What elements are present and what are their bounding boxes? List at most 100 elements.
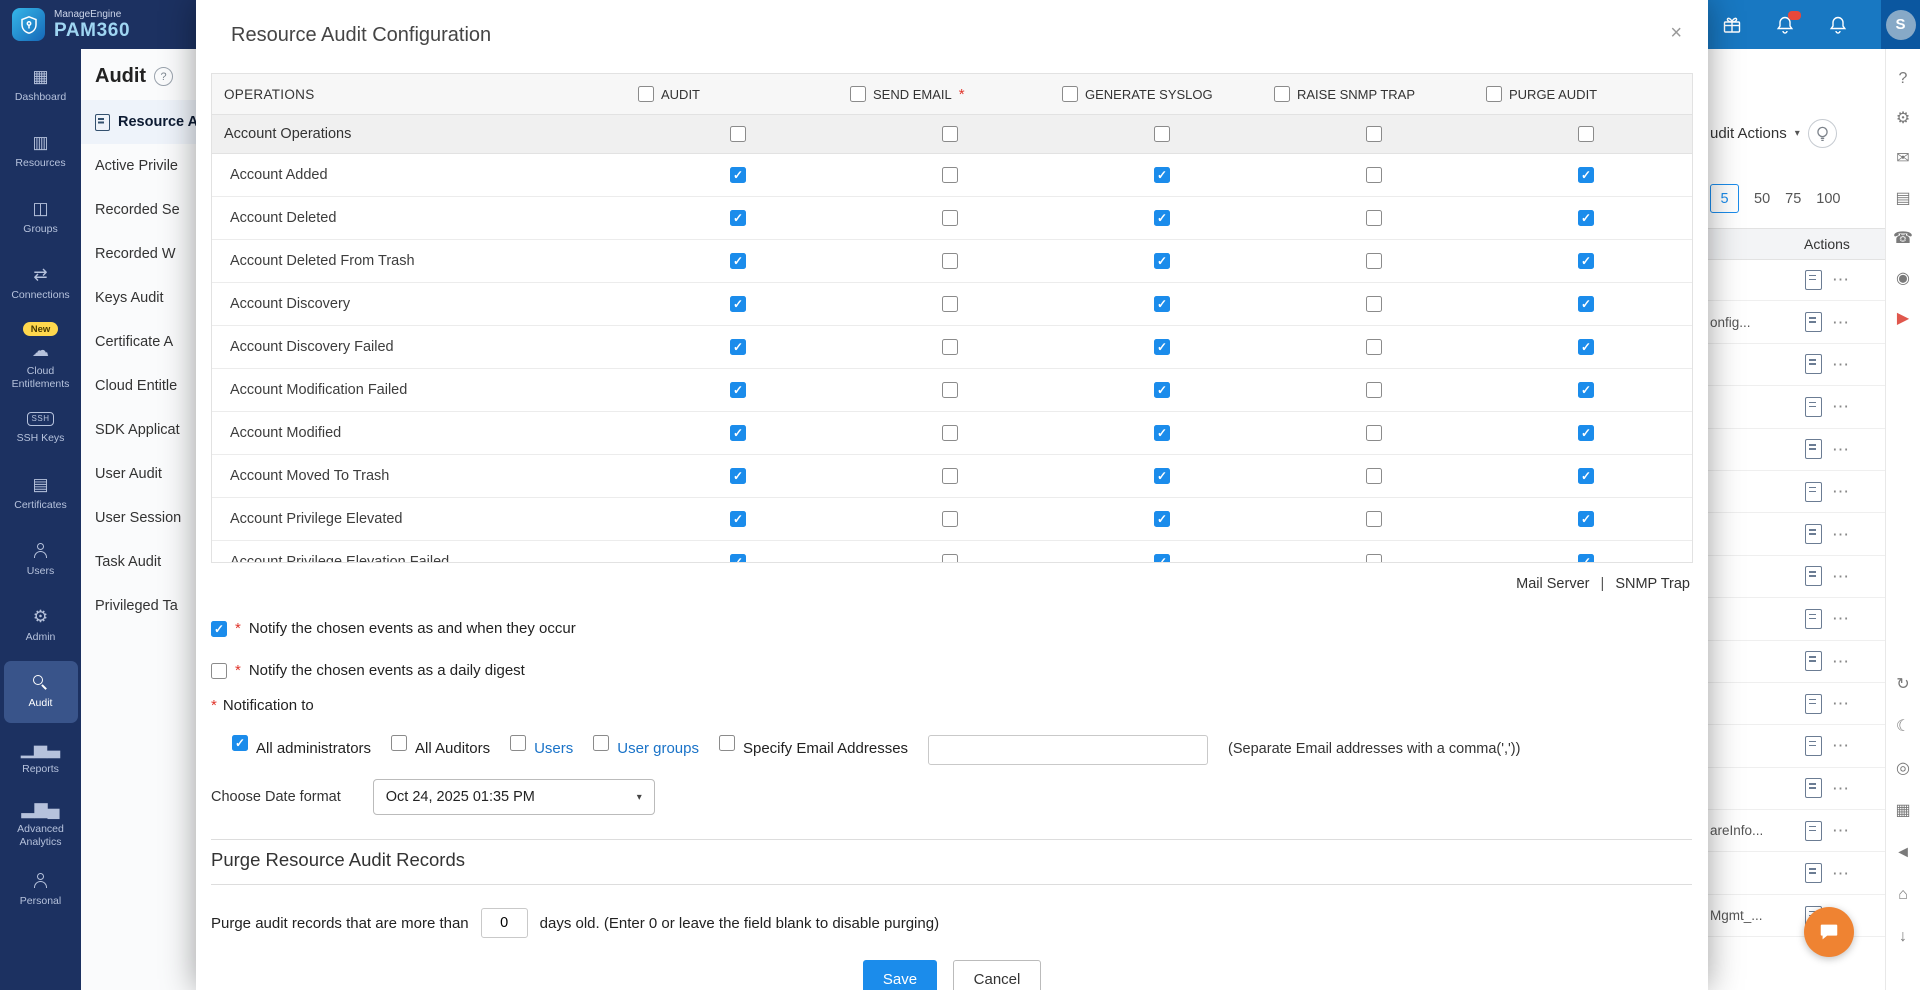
snmp-trap-link[interactable]: SNMP Trap <box>1615 576 1690 592</box>
operation-checkbox[interactable] <box>730 210 746 226</box>
group-checkbox[interactable] <box>942 126 958 142</box>
operation-checkbox[interactable] <box>1154 167 1170 183</box>
operation-checkbox[interactable] <box>1154 210 1170 226</box>
nav-item-personal[interactable]: Personal <box>4 859 78 921</box>
document-icon[interactable] <box>1805 778 1822 799</box>
operation-checkbox[interactable] <box>730 382 746 398</box>
requests-icon[interactable]: ▤ <box>1895 191 1910 207</box>
nav-item-resources[interactable]: ▥ Resources <box>4 121 78 183</box>
operation-checkbox[interactable] <box>730 511 746 527</box>
operation-checkbox[interactable] <box>942 339 958 355</box>
more-actions-icon[interactable]: ⋯ <box>1832 780 1849 797</box>
announcement-icon[interactable]: ◄ <box>1895 845 1911 861</box>
more-actions-icon[interactable]: ⋯ <box>1832 398 1849 415</box>
operation-checkbox[interactable] <box>1578 511 1594 527</box>
operation-checkbox[interactable] <box>1578 167 1594 183</box>
group-checkbox[interactable] <box>1366 126 1382 142</box>
alert-bell-icon[interactable] <box>1775 10 1801 35</box>
document-icon[interactable] <box>1805 863 1822 884</box>
operation-checkbox[interactable] <box>942 511 958 527</box>
refresh-icon[interactable]: ↻ <box>1896 677 1909 693</box>
more-actions-icon[interactable]: ⋯ <box>1832 610 1849 627</box>
support-icon[interactable]: ◎ <box>1896 761 1910 777</box>
group-checkbox[interactable] <box>1578 126 1594 142</box>
operation-checkbox[interactable] <box>730 425 746 441</box>
document-icon[interactable] <box>1805 312 1822 333</box>
column-select-all-checkbox[interactable] <box>1274 86 1290 102</box>
operation-checkbox[interactable] <box>1366 296 1382 312</box>
document-icon[interactable] <box>1805 566 1822 587</box>
purge-days-input[interactable] <box>480 908 528 938</box>
page-size-option[interactable]: 5 <box>1710 184 1739 213</box>
operation-checkbox[interactable] <box>1154 382 1170 398</box>
more-actions-icon[interactable]: ⋯ <box>1832 314 1849 331</box>
column-select-all-checkbox[interactable] <box>1062 86 1078 102</box>
nav-item-groups[interactable]: ◫ Groups <box>4 187 78 249</box>
document-icon[interactable] <box>1805 481 1822 502</box>
chat-button[interactable] <box>1804 907 1854 957</box>
operation-checkbox[interactable] <box>1366 210 1382 226</box>
mail-server-link[interactable]: Mail Server <box>1516 576 1589 592</box>
specify-email-addresses-checkbox[interactable] <box>718 735 735 751</box>
operation-checkbox[interactable] <box>1154 554 1170 562</box>
operation-checkbox[interactable] <box>730 554 746 562</box>
operation-checkbox[interactable] <box>942 554 958 562</box>
document-icon[interactable] <box>1805 524 1822 545</box>
notification-bell-icon[interactable] <box>1828 15 1848 35</box>
operation-checkbox[interactable] <box>942 468 958 484</box>
save-button[interactable]: Save <box>863 960 937 990</box>
users-checkbox[interactable] <box>510 735 527 751</box>
operation-checkbox[interactable] <box>942 425 958 441</box>
more-actions-icon[interactable]: ⋯ <box>1832 356 1849 373</box>
more-actions-icon[interactable]: ⋯ <box>1832 483 1849 500</box>
operation-checkbox[interactable] <box>1366 253 1382 269</box>
mail-icon[interactable]: ✉ <box>1896 151 1909 167</box>
close-icon[interactable]: × <box>1670 22 1682 45</box>
cancel-button[interactable]: Cancel <box>953 960 1041 990</box>
operation-checkbox[interactable] <box>1366 511 1382 527</box>
document-icon[interactable] <box>1805 735 1822 756</box>
recipient-label[interactable]: Users <box>534 740 573 757</box>
nav-item-connections[interactable]: ⇄ Connections <box>4 253 78 315</box>
operation-checkbox[interactable] <box>1366 468 1382 484</box>
document-icon[interactable] <box>1805 608 1822 629</box>
document-icon[interactable] <box>1805 651 1822 672</box>
operation-checkbox[interactable] <box>1578 554 1594 562</box>
operation-checkbox[interactable] <box>730 296 746 312</box>
nav-item-ssh-keys[interactable]: SSH SSH Keys <box>4 397 78 459</box>
operation-checkbox[interactable] <box>1154 296 1170 312</box>
operation-checkbox[interactable] <box>1578 425 1594 441</box>
page-size-option[interactable]: 50 <box>1754 191 1770 207</box>
home-icon[interactable]: ⌂ <box>1898 887 1908 903</box>
more-actions-icon[interactable]: ⋯ <box>1832 568 1849 585</box>
email-addresses-input[interactable] <box>928 735 1209 765</box>
operation-checkbox[interactable] <box>1578 296 1594 312</box>
nav-item-audit[interactable]: Audit <box>3 661 78 724</box>
gift-icon[interactable] <box>1722 15 1742 35</box>
user-groups-checkbox[interactable] <box>593 735 610 751</box>
date-format-select[interactable]: Oct 24, 2025 01:35 PM ▾ <box>372 779 655 815</box>
document-icon[interactable] <box>1805 354 1822 375</box>
help-icon[interactable]: ? <box>1899 71 1908 87</box>
group-checkbox[interactable] <box>730 126 746 142</box>
lightbulb-icon[interactable] <box>1807 119 1837 148</box>
audit-actions-button[interactable]: udit Actions <box>1710 125 1787 142</box>
operation-checkbox[interactable] <box>1154 253 1170 269</box>
operation-checkbox[interactable] <box>1578 339 1594 355</box>
operation-checkbox[interactable] <box>730 253 746 269</box>
nav-item-reports[interactable]: ▁▅▃ Reports <box>4 727 78 789</box>
operation-checkbox[interactable] <box>1154 511 1170 527</box>
column-select-all-checkbox[interactable] <box>638 86 654 102</box>
phone-icon[interactable]: ☎ <box>1893 231 1913 247</box>
page-size-option[interactable]: 75 <box>1785 191 1801 207</box>
operation-checkbox[interactable] <box>1154 339 1170 355</box>
download-icon[interactable]: ↓ <box>1899 929 1907 945</box>
document-icon[interactable] <box>1805 693 1822 714</box>
operation-checkbox[interactable] <box>942 210 958 226</box>
operation-checkbox[interactable] <box>1366 554 1382 562</box>
nav-item-advanced-analytics[interactable]: ▂▆▄ Advanced Analytics <box>4 793 78 855</box>
user-menu[interactable]: S <box>1881 0 1920 49</box>
more-actions-icon[interactable]: ⋯ <box>1832 865 1849 882</box>
avatar[interactable]: S <box>1885 9 1916 40</box>
more-actions-icon[interactable]: ⋯ <box>1832 822 1849 839</box>
